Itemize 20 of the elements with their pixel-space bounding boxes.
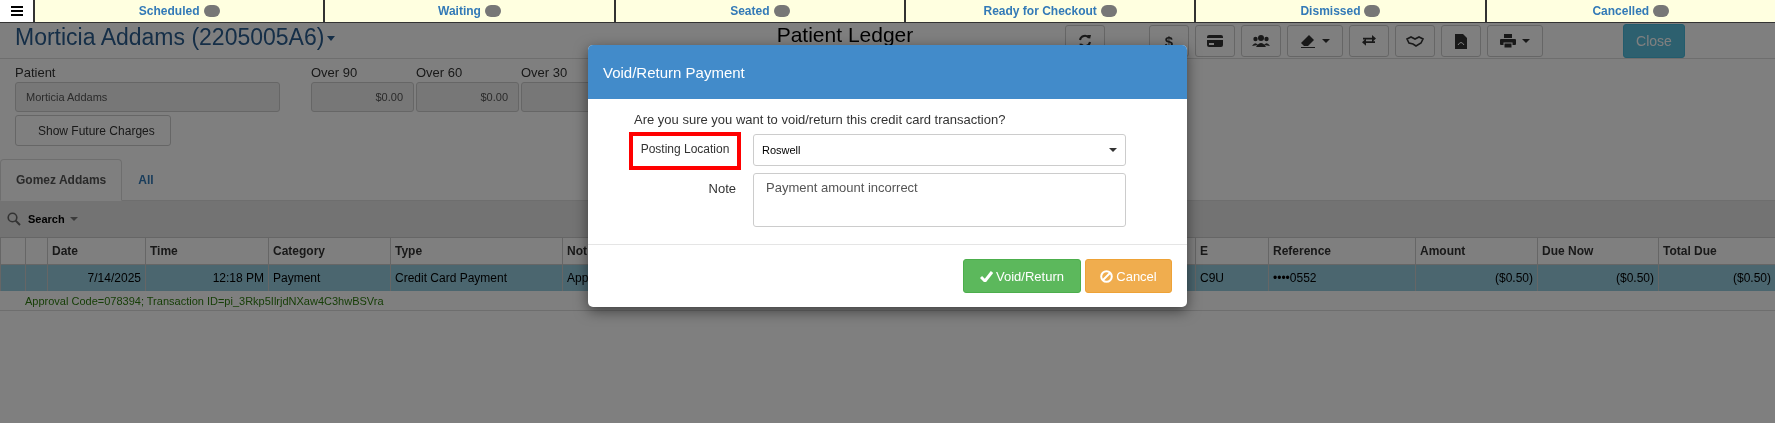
- approval-detail: Approval Code=078394; Transaction ID=pi_3Rkp5IlrjdNXaw4C3hwBSVra: [25, 295, 384, 307]
- confirmation-text: Are you sure you want to void/return this credit card transaction?: [634, 112, 1007, 127]
- field-label: Note: [707, 180, 737, 196]
- field-label: Over 90: [311, 65, 359, 81]
- field-label: Patient: [15, 65, 57, 81]
- table-cell: ••••0552: [1268, 265, 1415, 291]
- highlighted-label: Posting Location: [629, 132, 741, 170]
- table-cell: 7/14/2025: [47, 265, 145, 291]
- field-label: Over 60: [416, 65, 464, 81]
- table-cell: ($0.50): [1415, 265, 1537, 291]
- amount-field: $0.00: [311, 82, 414, 112]
- table-cell: ($0.50): [1537, 265, 1658, 291]
- table-cell: C9U: [1195, 265, 1268, 291]
- amount-field: $0.00: [416, 82, 519, 112]
- dialog-title: Void/Return Payment: [603, 63, 745, 81]
- page-title: Patient Ledger: [775, 24, 915, 46]
- table-cell: Credit Card Payment: [390, 265, 562, 291]
- table-cell: ($0.50): [1658, 265, 1775, 291]
- table-cell: 12:18 PM: [145, 265, 268, 291]
- table-cell: Payment: [268, 265, 390, 291]
